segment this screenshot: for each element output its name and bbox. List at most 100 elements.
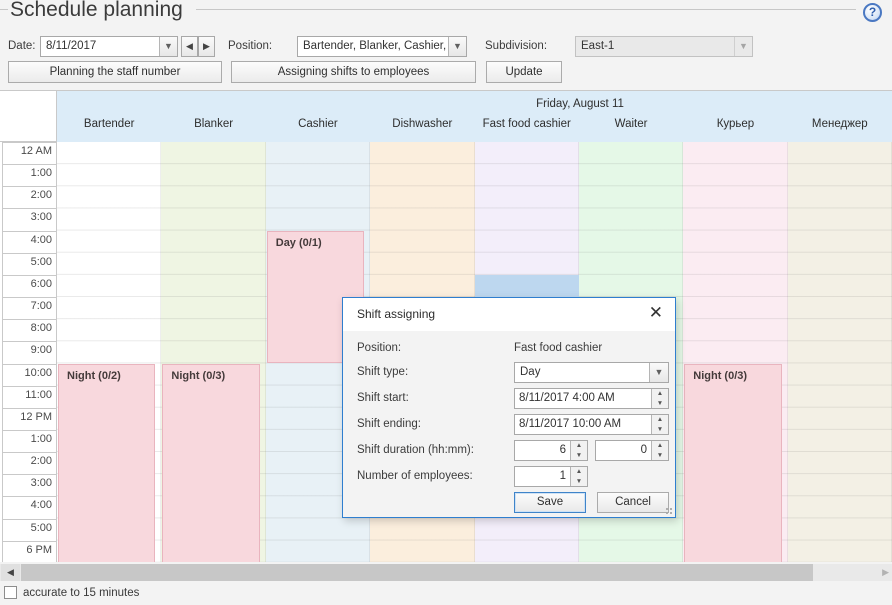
date-combobox[interactable]: 8/11/2017 ▼	[40, 36, 178, 57]
shift-ending-field[interactable]: 8/11/2017 10:00 AM ▲▼	[514, 414, 669, 435]
time-row-label: 1:00	[2, 164, 57, 187]
groupbox-line-right	[196, 9, 856, 10]
shift-ending-value: 8/11/2017 10:00 AM	[515, 415, 651, 434]
date-next-button[interactable]: ▶	[198, 36, 215, 57]
shift-type-combobox[interactable]: Day ▼	[514, 362, 669, 383]
date-value: 8/11/2017	[41, 37, 159, 56]
employees-label: Number of employees:	[357, 470, 473, 482]
time-row-label: 3:00	[2, 208, 57, 231]
shift-assigning-dialog: Shift assigning ✕ Position: Fast food ca…	[342, 297, 676, 518]
position-label: Position:	[228, 40, 272, 52]
scrollbar-thumb[interactable]	[21, 564, 813, 581]
time-row-label: 10:00	[2, 364, 57, 387]
spin-up-icon[interactable]: ▲	[652, 389, 668, 399]
spinner-buttons[interactable]: ▲▼	[570, 441, 587, 460]
chevron-down-icon: ▼	[734, 37, 752, 56]
close-icon[interactable]: ✕	[649, 303, 663, 323]
time-row-label: 9:00	[2, 341, 57, 364]
subdivision-value: East-1	[576, 37, 734, 56]
spin-up-icon[interactable]: ▲	[652, 415, 668, 425]
employees-value: 1	[515, 467, 570, 486]
resize-grip[interactable]	[665, 507, 673, 515]
selected-cell[interactable]	[475, 275, 579, 297]
shift-block[interactable]: Night (0/2)	[58, 364, 155, 563]
time-row-label: 12 PM	[2, 408, 57, 431]
time-row-label: 5:00	[2, 519, 57, 542]
shift-start-label: Shift start:	[357, 392, 409, 404]
dialog-position-label: Position:	[357, 342, 401, 354]
spinner-buttons[interactable]: ▲▼	[651, 415, 668, 434]
spin-down-icon[interactable]: ▼	[571, 451, 587, 461]
spinner-buttons[interactable]: ▲▼	[651, 389, 668, 408]
spin-down-icon[interactable]: ▼	[652, 451, 668, 461]
spin-down-icon[interactable]: ▼	[652, 425, 668, 435]
checkbox-label: accurate to 15 minutes	[23, 587, 139, 599]
spin-up-icon[interactable]: ▲	[571, 467, 587, 477]
duration-minutes-field[interactable]: 0 ▲▼	[595, 440, 669, 461]
time-row-label: 6:00	[2, 275, 57, 298]
help-icon[interactable]: ?	[863, 3, 882, 22]
time-row-label: 2:00	[2, 452, 57, 475]
column-header-5: Waiter	[579, 118, 683, 136]
scroll-left-icon[interactable]: ◀	[1, 564, 20, 581]
page-title: Schedule planning	[10, 0, 183, 22]
shift-type-label: Shift type:	[357, 366, 408, 378]
time-row-label: 2:00	[2, 186, 57, 209]
accuracy-checkbox[interactable]: accurate to 15 minutes	[4, 586, 139, 599]
time-row-label: 12 AM	[2, 142, 57, 165]
subdivision-label: Subdivision:	[485, 40, 547, 52]
checkbox-box[interactable]	[4, 586, 17, 599]
schedule-column-7[interactable]	[788, 142, 892, 562]
time-row-label: 4:00	[2, 496, 57, 519]
spin-down-icon[interactable]: ▼	[652, 399, 668, 409]
save-button[interactable]: Save	[514, 492, 586, 513]
spinner-buttons[interactable]: ▲▼	[651, 441, 668, 460]
day-header: Friday, August 11	[536, 98, 624, 110]
spin-up-icon[interactable]: ▲	[652, 441, 668, 451]
column-header-1: Blanker	[161, 118, 265, 136]
spin-down-icon[interactable]: ▼	[571, 477, 587, 487]
horizontal-scrollbar[interactable]: ◀ ▶	[0, 564, 892, 581]
time-row-label: 7:00	[2, 297, 57, 320]
column-header-7: Менеджер	[788, 118, 892, 136]
position-value: Bartender, Blanker, Cashier, ...	[298, 37, 448, 56]
time-row-label: 3:00	[2, 474, 57, 497]
shift-start-field[interactable]: 8/11/2017 4:00 AM ▲▼	[514, 388, 669, 409]
grid-corner-cell	[0, 91, 57, 142]
shift-block[interactable]: Night (0/3)	[162, 364, 259, 563]
dialog-position-value: Fast food cashier	[514, 342, 602, 354]
time-row-label: 8:00	[2, 319, 57, 342]
shift-block[interactable]: Night (0/3)	[684, 364, 781, 563]
planning-staff-number-button[interactable]: Planning the staff number	[8, 61, 222, 83]
duration-hours-field[interactable]: 6 ▲▼	[514, 440, 588, 461]
employees-field[interactable]: 1 ▲▼	[514, 466, 588, 487]
duration-minutes-value: 0	[596, 441, 651, 460]
spinner-buttons[interactable]: ▲▼	[570, 467, 587, 486]
dialog-title: Shift assigning	[357, 307, 435, 321]
position-combobox[interactable]: Bartender, Blanker, Cashier, ... ▼	[297, 36, 467, 57]
column-header-2: Cashier	[266, 118, 370, 136]
time-row-label: 11:00	[2, 386, 57, 409]
shift-duration-label: Shift duration (hh:mm):	[357, 444, 474, 456]
time-row-label: 1:00	[2, 430, 57, 453]
chevron-down-icon[interactable]: ▼	[159, 37, 177, 56]
scroll-right-icon[interactable]: ▶	[882, 564, 889, 581]
date-prev-button[interactable]: ◀	[181, 36, 198, 57]
chevron-down-icon[interactable]: ▼	[448, 37, 466, 56]
assigning-shifts-button[interactable]: Assigning shifts to employees	[231, 61, 476, 83]
time-row-label: 5:00	[2, 253, 57, 276]
groupbox-line-left	[0, 9, 8, 10]
cancel-button[interactable]: Cancel	[597, 492, 669, 513]
shift-ending-label: Shift ending:	[357, 418, 421, 430]
chevron-down-icon[interactable]: ▼	[649, 363, 668, 382]
duration-hours-value: 6	[515, 441, 570, 460]
shift-start-value: 8/11/2017 4:00 AM	[515, 389, 651, 408]
spin-up-icon[interactable]: ▲	[571, 441, 587, 451]
column-header-3: Dishwasher	[370, 118, 474, 136]
date-label: Date:	[8, 40, 36, 52]
time-row-label: 6 PM	[2, 541, 57, 562]
column-header-0: Bartender	[57, 118, 161, 136]
time-row-label: 4:00	[2, 231, 57, 254]
update-button[interactable]: Update	[486, 61, 562, 83]
column-header-6: Курьер	[683, 118, 787, 136]
